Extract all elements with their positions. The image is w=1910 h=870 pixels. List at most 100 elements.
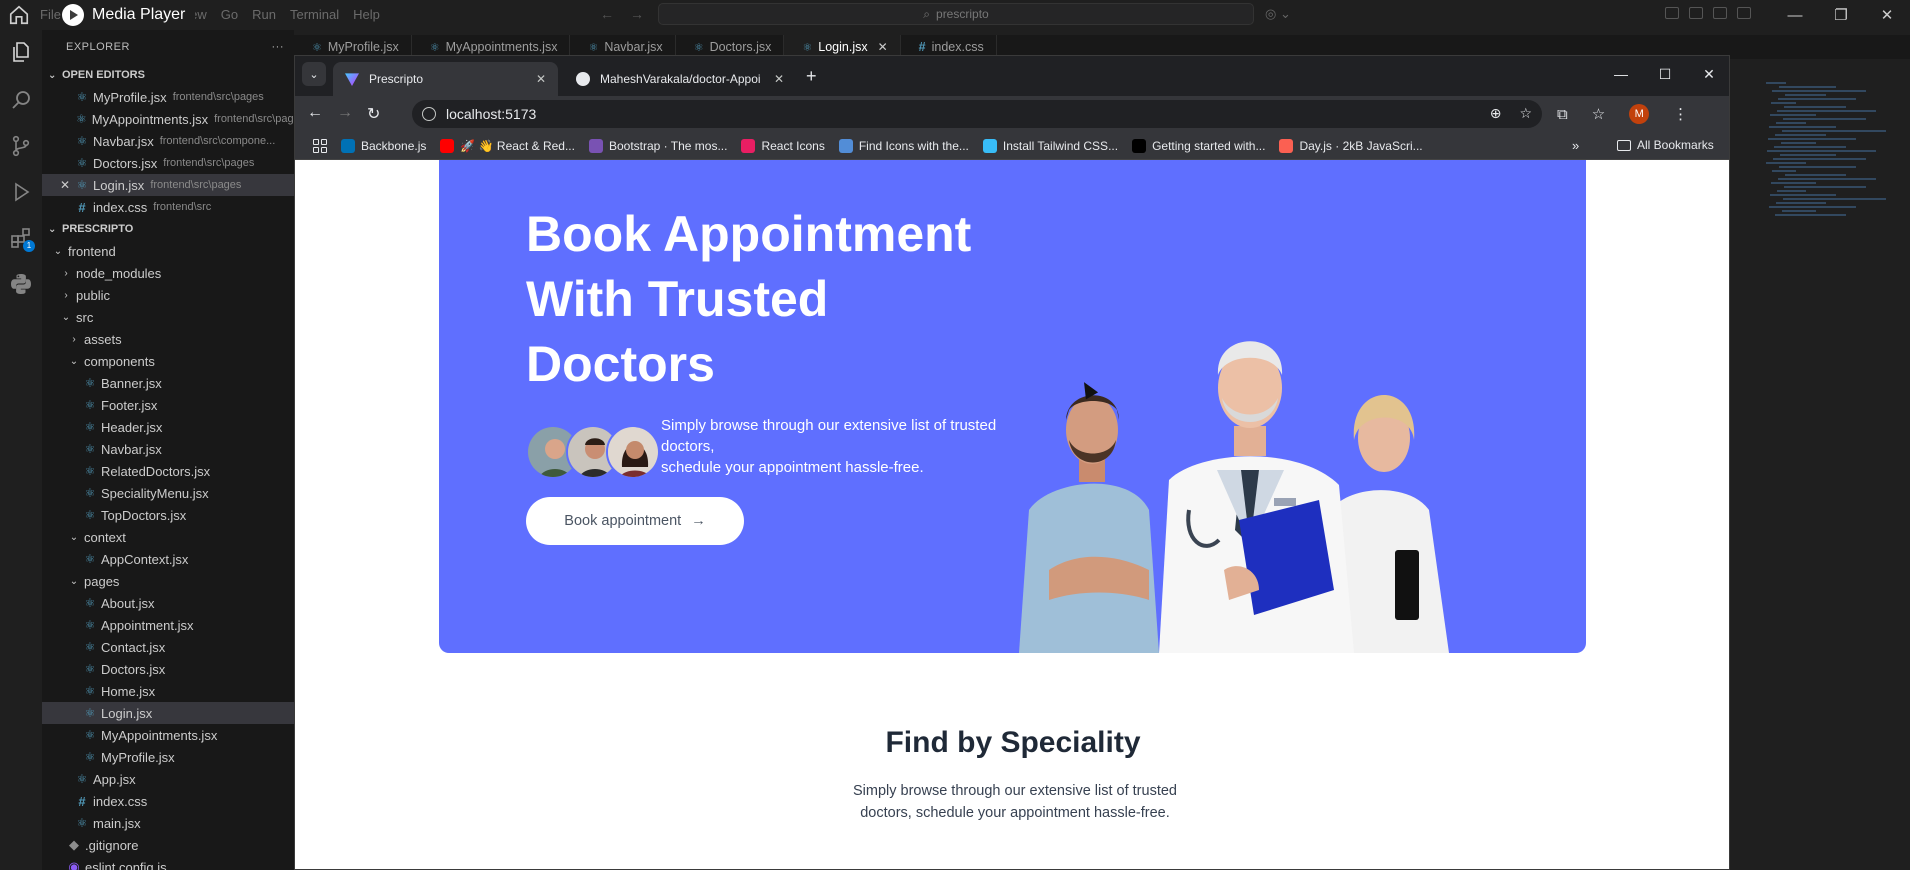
bookmark-item[interactable]: React Icons [741,138,825,153]
open-editor-item[interactable]: ⚛ Navbar.jsx frontend\src\compone... [42,130,294,152]
tree-file[interactable]: ⚛ SpecialityMenu.jsx [42,482,294,504]
reload-icon[interactable]: ↻ [367,104,380,124]
tree-file[interactable]: ⚛ Banner.jsx [42,372,294,394]
close-tab-icon[interactable]: ✕ [536,72,546,86]
toggle-panel-icon[interactable] [1689,7,1703,19]
site-info-icon[interactable] [422,107,436,121]
project-section[interactable]: ⌄ PRESCRIPTO [42,218,294,240]
apps-grid-icon[interactable] [313,138,327,153]
python-icon[interactable] [9,272,33,296]
zoom-icon[interactable]: ⊕ [1490,105,1502,122]
tree-folder[interactable]: ⌄ components [42,350,294,372]
more-bookmarks-icon[interactable]: » [1572,138,1579,153]
tree-folder[interactable]: ⌄ context [42,526,294,548]
close-editor-icon[interactable]: ✕ [60,178,70,192]
run-debug-icon[interactable] [9,180,33,204]
address-bar[interactable]: localhost:5173 ⊕ ☆ [412,100,1542,128]
book-appointment-button[interactable]: Book appointment → [526,497,744,545]
tree-file[interactable]: ⚛ Home.jsx [42,680,294,702]
open-editor-item[interactable]: # index.css frontend\src [42,196,294,218]
tree-folder[interactable]: › public [42,284,294,306]
tree-file[interactable]: ⚛ About.jsx [42,592,294,614]
chrome-menu-icon[interactable]: ⋮ [1673,105,1688,123]
search-icon[interactable] [9,88,33,112]
tab-search-icon[interactable]: ⌄ [302,62,326,86]
tree-file[interactable]: ⚛ TopDoctors.jsx [42,504,294,526]
back-arrow-icon[interactable]: ← [600,6,614,22]
bookmark-star-icon[interactable]: ☆ [1519,105,1532,122]
tree-folder[interactable]: ⌄ pages [42,570,294,592]
tree-file[interactable]: ⚛ Navbar.jsx [42,438,294,460]
extensions-puzzle-icon[interactable]: ⧉ [1557,106,1568,123]
command-center[interactable]: ⌕ prescripto [658,3,1254,25]
open-editor-item[interactable]: ✕ ⚛ Login.jsx frontend\src\pages [42,174,294,196]
all-bookmarks-button[interactable]: All Bookmarks [1617,138,1714,152]
menu-item-terminal[interactable]: Terminal [290,7,339,22]
media-player-overlay[interactable]: Media Player [62,4,196,26]
tree-file[interactable]: ⚛ Login.jsx [42,702,294,724]
forward-arrow-icon[interactable]: → [630,6,644,22]
chrome-tab-prescripto[interactable]: Prescripto ✕ [333,62,558,96]
minimize-icon[interactable]: — [1772,0,1818,30]
maximize-icon[interactable]: ☐ [1643,56,1687,92]
close-icon[interactable]: ✕ [1864,0,1910,30]
customize-layout-icon[interactable] [1737,7,1751,19]
tree-folder[interactable]: ⌄ frontend [42,240,294,262]
bookmark-item[interactable]: 🚀 👋 React & Red... [440,138,575,153]
explorer-icon[interactable] [9,40,33,64]
minimize-icon[interactable]: — [1599,56,1643,92]
tree-folder[interactable]: ⌄ src [42,306,294,328]
tree-folder[interactable]: › node_modules [42,262,294,284]
bookmark-item[interactable]: Find Icons with the... [838,138,969,153]
source-control-icon[interactable] [9,134,33,158]
bookmark-item[interactable]: Getting started with... [1132,138,1265,153]
tree-file[interactable]: # index.css [42,790,294,812]
open-editor-item[interactable]: ⚛ MyAppointments.jsx frontend\src\pages [42,108,294,130]
extensions-icon[interactable]: 1 [9,226,35,252]
tree-folder[interactable]: › assets [42,328,294,350]
more-actions-icon[interactable]: ··· [272,41,285,53]
all-bookmarks-label: All Bookmarks [1637,138,1714,152]
toggle-secondary-sidebar-icon[interactable] [1713,7,1727,19]
tree-file[interactable]: ⚛ RelatedDoctors.jsx [42,460,294,482]
copilot-icon[interactable]: ◎ ⌄ [1265,6,1291,22]
tree-file[interactable]: ⚛ Contact.jsx [42,636,294,658]
close-tab-icon[interactable]: ✕ [878,40,888,54]
home-icon[interactable] [8,4,30,26]
tree-file[interactable]: ⚛ main.jsx [42,812,294,834]
tree-file[interactable]: ⚛ Header.jsx [42,416,294,438]
open-editors-section[interactable]: ⌄ OPEN EDITORS [42,64,294,86]
close-icon[interactable]: ✕ [1687,56,1729,92]
menu-item-run[interactable]: Run [252,7,276,22]
bookmark-item[interactable]: Install Tailwind CSS... [982,138,1118,153]
bookmark-item[interactable]: Backbone.js [341,138,426,153]
profile-avatar[interactable]: M [1629,104,1650,124]
tree-file[interactable]: ⚛ App.jsx [42,768,294,790]
menu-item-help[interactable]: Help [353,7,380,22]
chrome-tab-github[interactable]: MaheshVarakala/doctor-Appoi ✕ [564,62,796,96]
bookmarks-star-icon[interactable]: ☆ [1592,105,1605,123]
tree-file[interactable]: ⚛ Footer.jsx [42,394,294,416]
tree-file[interactable]: ⚛ Appointment.jsx [42,614,294,636]
tree-file[interactable]: ◆ .gitignore [42,834,294,856]
toggle-primary-sidebar-icon[interactable] [1665,7,1679,19]
chrome-toolbar-right: ⧉ ☆ M ⋮ [1557,104,1688,124]
open-editor-item[interactable]: ⚛ Doctors.jsx frontend\src\pages [42,152,294,174]
back-icon[interactable]: ← [307,104,323,122]
forward-icon[interactable]: → [337,104,353,122]
menu-item-go[interactable]: Go [221,7,238,22]
bookmark-item[interactable]: Bootstrap · The mos... [588,138,727,153]
vscode-titlebar: FileEditSelectionViewGoRunTerminalHelp M… [0,0,1910,30]
tree-file[interactable]: ⚛ Doctors.jsx [42,658,294,680]
tree-file[interactable]: ◉ eslint.config.js [42,856,294,870]
new-tab-icon[interactable]: + [806,66,817,87]
tree-file[interactable]: ⚛ MyAppointments.jsx [42,724,294,746]
tree-file[interactable]: ⚛ MyProfile.jsx [42,746,294,768]
minimap[interactable] [1766,80,1906,270]
close-tab-icon[interactable]: ✕ [774,72,784,86]
restore-icon[interactable]: ❐ [1818,0,1864,30]
open-editor-item[interactable]: ⚛ MyProfile.jsx frontend\src\pages [42,86,294,108]
tree-file[interactable]: ⚛ AppContext.jsx [42,548,294,570]
menu-item-file[interactable]: File [40,7,61,22]
bookmark-item[interactable]: Day.js · 2kB JavaScri... [1279,138,1423,153]
